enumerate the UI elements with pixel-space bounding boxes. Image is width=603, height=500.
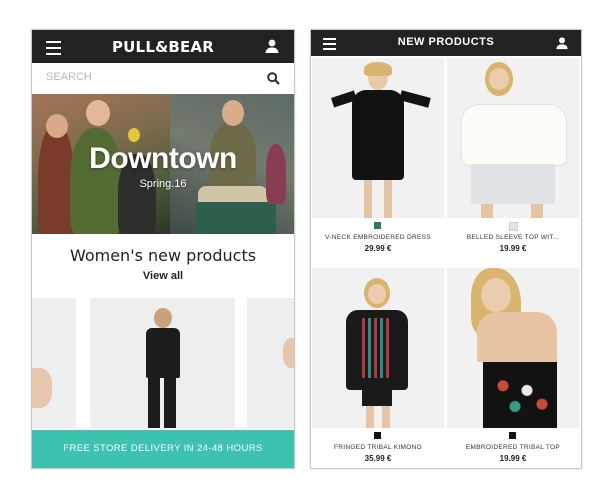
hero-banner[interactable]: Downtown Spring.16 xyxy=(32,94,294,234)
user-icon[interactable] xyxy=(264,38,280,54)
model-pattern xyxy=(362,318,392,378)
delivery-banner[interactable]: FREE STORE DELIVERY IN 24-48 HOURS xyxy=(32,430,294,468)
model-leg xyxy=(531,204,543,218)
model-hair xyxy=(364,62,392,76)
model-leg xyxy=(384,180,392,218)
bird-figure xyxy=(128,128,140,142)
brand-logo[interactable]: PULL&BEAR xyxy=(32,38,294,56)
search-bar xyxy=(32,63,294,95)
model-leg xyxy=(366,406,374,428)
new-products-screen: NEW PRODUCTS V-NECK EMBROIDERED DRESS 29… xyxy=(310,29,582,469)
model-face xyxy=(222,100,244,126)
model-leg xyxy=(382,406,390,428)
product-card[interactable]: V-NECK EMBROIDERED DRESS 29.99 € xyxy=(312,58,444,263)
search-input[interactable] xyxy=(44,70,248,84)
product-price: 19.99 € xyxy=(499,244,527,253)
product-price: 29.99 € xyxy=(364,244,392,253)
model-face xyxy=(489,68,509,90)
color-swatch[interactable] xyxy=(374,222,381,229)
product-image[interactable] xyxy=(447,58,579,218)
product-image[interactable] xyxy=(447,268,579,428)
product-price: 35.99 € xyxy=(364,454,392,463)
carousel-card[interactable] xyxy=(32,298,76,428)
model-leg xyxy=(164,376,176,428)
model-leg xyxy=(481,204,493,218)
product-card[interactable]: BELLED SLEEVE TOP WIT... 19.99 € xyxy=(447,58,579,263)
product-name[interactable]: FRINGED TRIBAL KIMONO xyxy=(312,444,444,451)
search-icon[interactable] xyxy=(267,72,280,85)
product-card[interactable]: EMBROIDERED TRIBAL TOP 19.99 € xyxy=(447,268,579,468)
top-bar: NEW PRODUCTS xyxy=(311,30,581,56)
hero-subtitle: Spring.16 xyxy=(139,178,187,190)
product-image[interactable] xyxy=(312,58,444,218)
product-name[interactable]: BELLED SLEEVE TOP WIT... xyxy=(447,234,579,241)
carousel-card[interactable] xyxy=(247,298,294,428)
product-name[interactable]: EMBROIDERED TRIBAL TOP xyxy=(447,444,579,451)
color-swatch[interactable] xyxy=(509,432,516,439)
bench xyxy=(196,202,276,234)
model-shoulders xyxy=(477,312,557,362)
model-face xyxy=(481,278,511,312)
model-shorts xyxy=(471,164,555,204)
top-bar: PULL&BEAR xyxy=(32,30,294,63)
model-dress xyxy=(352,90,404,180)
model-pattern xyxy=(491,372,551,418)
model-leg xyxy=(364,180,372,218)
model-figure xyxy=(146,328,180,378)
product-price: 19.99 € xyxy=(499,454,527,463)
model-face xyxy=(154,308,172,328)
model-face xyxy=(86,100,110,126)
home-screen: PULL&BEAR Downtown Spring.16 xyxy=(31,29,295,469)
model-leg xyxy=(148,376,160,428)
hero-title: Downtown xyxy=(89,142,237,175)
carousel-card[interactable] xyxy=(90,298,235,428)
product-name[interactable]: V-NECK EMBROIDERED DRESS xyxy=(312,234,444,241)
product-image[interactable] xyxy=(312,268,444,428)
model-face xyxy=(46,114,68,138)
model-figure xyxy=(283,338,294,368)
screen-title: NEW PRODUCTS xyxy=(397,36,495,48)
model-top xyxy=(461,104,567,166)
model-figure xyxy=(32,368,52,408)
color-swatch[interactable] xyxy=(374,432,381,439)
color-swatch[interactable] xyxy=(509,222,518,231)
product-card[interactable]: FRINGED TRIBAL KIMONO 35.99 € xyxy=(312,268,444,468)
user-icon[interactable] xyxy=(555,36,569,50)
section-title: Women's new products xyxy=(69,246,257,265)
model-face xyxy=(368,284,386,304)
model-shorts xyxy=(362,390,392,406)
view-all-link[interactable]: View all xyxy=(32,270,294,282)
